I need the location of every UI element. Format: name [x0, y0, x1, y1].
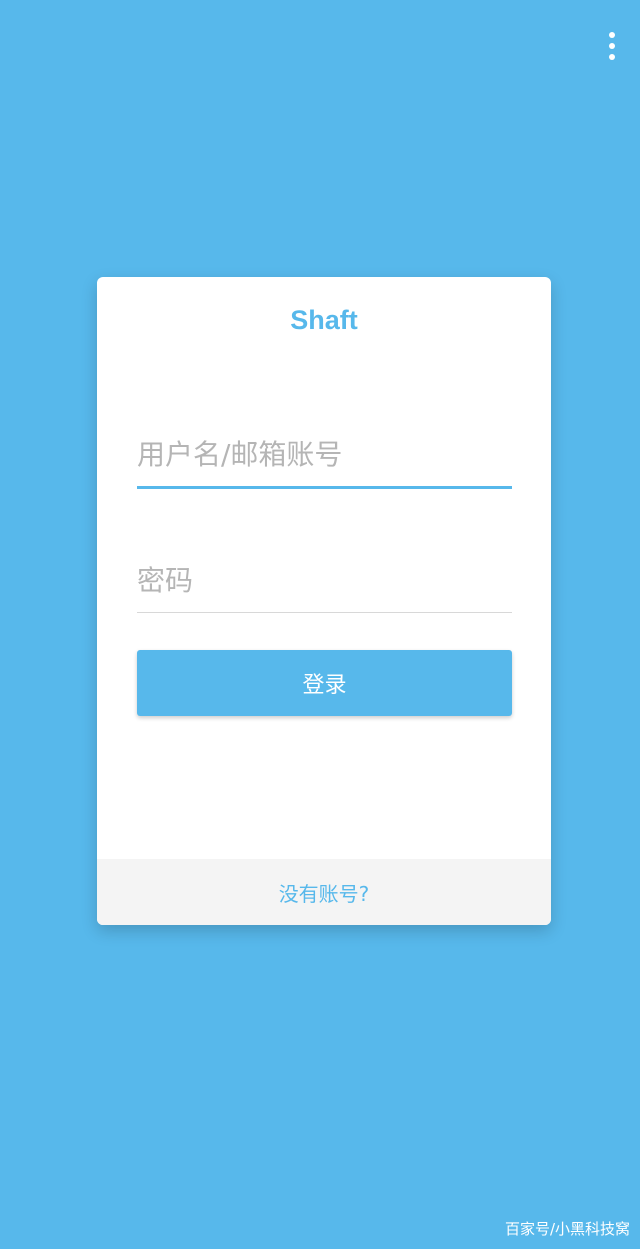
username-input[interactable]	[137, 422, 512, 489]
more-vert-icon[interactable]	[596, 26, 628, 66]
login-button[interactable]: 登录	[137, 650, 512, 716]
watermark: 百家号/小黑科技窝	[504, 1220, 630, 1238]
menu-dot	[609, 32, 615, 38]
card-footer: 没有账号?	[97, 859, 551, 925]
register-link[interactable]: 没有账号?	[279, 878, 370, 907]
menu-dot	[609, 54, 615, 60]
login-card: Shaft 登录 没有账号?	[97, 277, 551, 925]
password-input[interactable]	[137, 548, 512, 613]
menu-dot	[609, 43, 615, 49]
app-title: Shaft	[290, 305, 358, 335]
